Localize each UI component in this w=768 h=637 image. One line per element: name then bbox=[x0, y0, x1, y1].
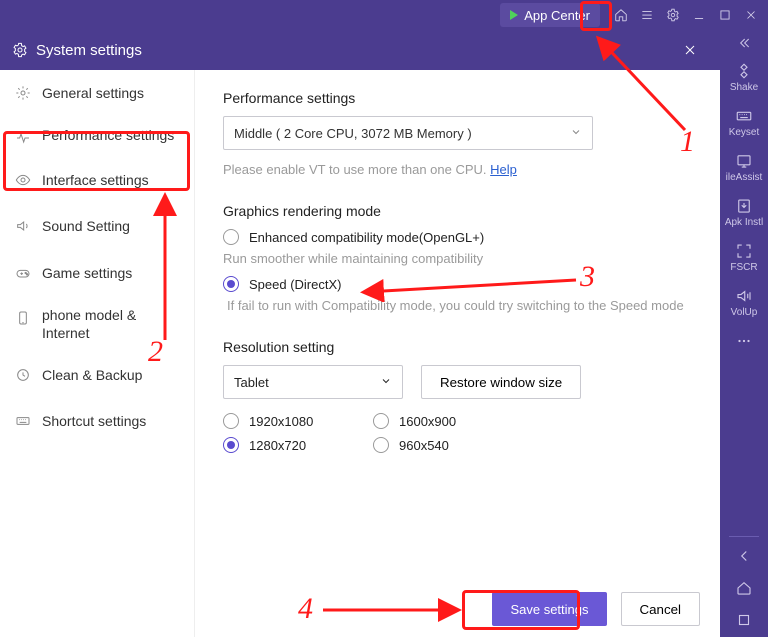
restore-window-size-button[interactable]: Restore window size bbox=[421, 365, 581, 399]
resolution-mode-select[interactable]: Tablet bbox=[223, 365, 403, 399]
game-icon bbox=[14, 264, 32, 282]
performance-section-title: Performance settings bbox=[223, 90, 700, 106]
rail-label: Keyset bbox=[729, 127, 760, 138]
select-value: Middle ( 2 Core CPU, 3072 MB Memory ) bbox=[234, 126, 472, 141]
performance-level-select[interactable]: Middle ( 2 Core CPU, 3072 MB Memory ) bbox=[223, 116, 593, 150]
eye-icon bbox=[14, 171, 32, 189]
radio-icon bbox=[223, 276, 239, 292]
rail-keyset[interactable]: Keyset bbox=[720, 101, 768, 146]
rail-back-icon[interactable] bbox=[720, 541, 768, 573]
sidebar-item-shortcut[interactable]: Shortcut settings bbox=[0, 398, 194, 444]
vt-hint: Please enable VT to use more than one CP… bbox=[223, 162, 700, 177]
select-value: Tablet bbox=[234, 375, 269, 390]
sidebar-item-interface[interactable]: Interface settings bbox=[0, 157, 194, 203]
sidebar-item-label: Sound Setting bbox=[42, 217, 180, 235]
rail-collapse-icon[interactable] bbox=[720, 30, 768, 56]
sidebar-item-sound[interactable]: Sound Setting bbox=[0, 203, 194, 249]
sidebar-item-label: phone model & Internet bbox=[42, 306, 180, 342]
resolution-section-title: Resolution setting bbox=[223, 339, 700, 355]
gear-icon bbox=[12, 42, 28, 58]
sidebar-item-phone[interactable]: phone model & Internet bbox=[0, 296, 194, 352]
rail-label: VolUp bbox=[731, 307, 758, 318]
radio-icon bbox=[223, 229, 239, 245]
chevron-down-icon bbox=[380, 375, 392, 390]
minimize-icon[interactable] bbox=[686, 2, 712, 28]
res-1920x1080-radio[interactable]: 1920x1080 bbox=[223, 413, 373, 429]
sidebar-item-clean[interactable]: Clean & Backup bbox=[0, 352, 194, 398]
sidebar-item-label: Game settings bbox=[42, 264, 180, 282]
sidebar-item-game[interactable]: Game settings bbox=[0, 250, 194, 296]
sidebar-item-label: General settings bbox=[42, 84, 180, 102]
radio-label: 960x540 bbox=[399, 438, 449, 453]
rail-label: ileAssist bbox=[726, 172, 763, 183]
radio-icon bbox=[223, 413, 239, 429]
radio-icon bbox=[373, 413, 389, 429]
radio-label: 1280x720 bbox=[249, 438, 306, 453]
radio-label: Enhanced compatibility mode(OpenGL+) bbox=[249, 230, 484, 245]
radio-icon bbox=[223, 437, 239, 453]
settings-sidebar: General settings Performance settings In… bbox=[0, 70, 195, 637]
save-settings-button[interactable]: Save settings bbox=[492, 592, 606, 626]
rail-fileassist[interactable]: ileAssist bbox=[720, 146, 768, 191]
rail-label: Shake bbox=[730, 82, 758, 93]
rail-more-icon[interactable] bbox=[720, 326, 768, 358]
footer: Save settings Cancel bbox=[195, 581, 720, 637]
res-1600x900-radio[interactable]: 1600x900 bbox=[373, 413, 523, 429]
vt-help-link[interactable]: Help bbox=[490, 162, 517, 177]
res-960x540-radio[interactable]: 960x540 bbox=[373, 437, 523, 453]
pulse-icon bbox=[14, 129, 32, 147]
play-icon bbox=[510, 10, 518, 20]
rail-label: Apk Instl bbox=[725, 217, 763, 228]
graphics-section-title: Graphics rendering mode bbox=[223, 203, 700, 219]
rail-recents-icon[interactable] bbox=[720, 605, 768, 637]
gfx-compat-desc: Run smoother while maintaining compatibi… bbox=[223, 251, 700, 266]
gfx-speed-desc: If fail to run with Compatibility mode, … bbox=[227, 298, 700, 313]
chevron-down-icon bbox=[570, 126, 582, 141]
gfx-compat-radio[interactable]: Enhanced compatibility mode(OpenGL+) bbox=[223, 229, 700, 245]
clean-icon bbox=[14, 366, 32, 384]
radio-label: Speed (DirectX) bbox=[249, 277, 341, 292]
rail-label: FSCR bbox=[730, 262, 757, 273]
app-center-button[interactable]: App Center bbox=[500, 3, 600, 27]
sidebar-item-label: Interface settings bbox=[42, 171, 180, 189]
rail-fscr[interactable]: FSCR bbox=[720, 236, 768, 281]
right-rail: Shake Keyset ileAssist Apk Instl FSCR Vo… bbox=[720, 30, 768, 637]
sidebar-item-label: Performance settings bbox=[42, 126, 180, 144]
sidebar-item-general[interactable]: General settings bbox=[0, 70, 194, 116]
maximize-icon[interactable] bbox=[712, 2, 738, 28]
gear-icon bbox=[14, 84, 32, 102]
panel-close-icon[interactable] bbox=[680, 36, 708, 64]
system-settings-header: System settings bbox=[0, 30, 720, 70]
phone-icon bbox=[14, 309, 32, 327]
menu-icon[interactable] bbox=[634, 2, 660, 28]
gfx-speed-radio[interactable]: Speed (DirectX) bbox=[223, 276, 700, 292]
sidebar-item-label: Shortcut settings bbox=[42, 412, 180, 430]
rail-shake[interactable]: Shake bbox=[720, 56, 768, 101]
keyboard-icon bbox=[14, 412, 32, 430]
cancel-button[interactable]: Cancel bbox=[621, 592, 701, 626]
settings-gear-icon[interactable] bbox=[660, 2, 686, 28]
window-close-icon[interactable] bbox=[738, 2, 764, 28]
radio-label: 1920x1080 bbox=[249, 414, 313, 429]
rail-home-icon[interactable] bbox=[720, 573, 768, 605]
title-bar: App Center bbox=[0, 0, 768, 30]
home-icon[interactable] bbox=[608, 2, 634, 28]
sidebar-item-performance[interactable]: Performance settings bbox=[0, 116, 194, 157]
radio-label: 1600x900 bbox=[399, 414, 456, 429]
rail-volup[interactable]: VolUp bbox=[720, 281, 768, 326]
sound-icon bbox=[14, 217, 32, 235]
radio-icon bbox=[373, 437, 389, 453]
main-panel: Performance settings Middle ( 2 Core CPU… bbox=[195, 70, 720, 581]
system-settings-title: System settings bbox=[36, 42, 142, 59]
sidebar-item-label: Clean & Backup bbox=[42, 366, 180, 384]
app-center-label: App Center bbox=[524, 8, 590, 23]
res-1280x720-radio[interactable]: 1280x720 bbox=[223, 437, 373, 453]
rail-apkinstl[interactable]: Apk Instl bbox=[720, 191, 768, 236]
